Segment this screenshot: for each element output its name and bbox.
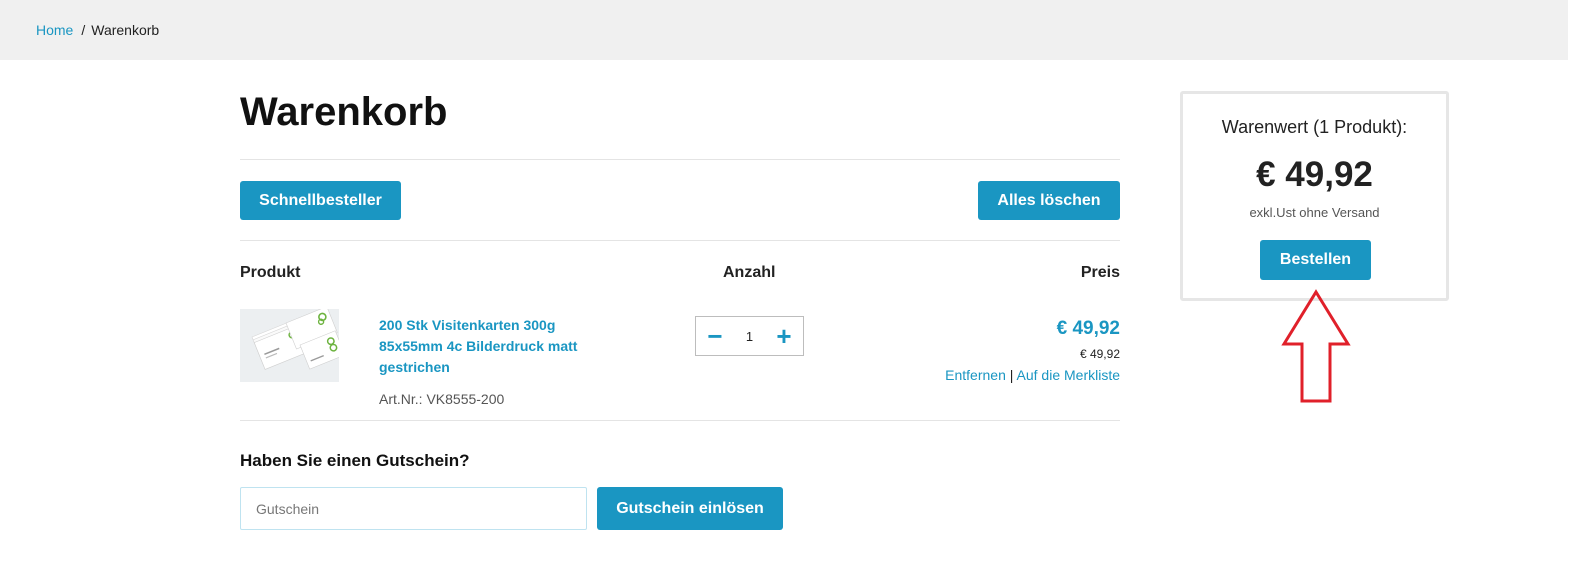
- summary-tax-note: exkl.Ust ohne Versand: [1249, 205, 1380, 220]
- order-button[interactable]: Bestellen: [1260, 240, 1371, 280]
- item-actions: Entfernen | Auf die Merkliste: [945, 367, 1120, 383]
- product-sku: Art.Nr.: VK8555-200: [379, 391, 505, 407]
- item-price: € 49,92: [1056, 318, 1120, 339]
- coupon-input[interactable]: [240, 487, 587, 530]
- breadcrumb-current: Warenkorb: [91, 22, 160, 38]
- business-cards-image[interactable]: [240, 309, 339, 382]
- summary-total: € 49,92: [1256, 155, 1373, 194]
- clear-cart-button[interactable]: Alles löschen: [978, 181, 1120, 220]
- breadcrumb-bar: Home / Warenkorb: [0, 0, 1568, 60]
- breadcrumb-home-link[interactable]: Home: [36, 22, 73, 38]
- actions-separator: |: [1009, 367, 1014, 383]
- quantity-stepper: − 1 +: [695, 316, 804, 356]
- divider-title: [240, 159, 1120, 160]
- add-to-wishlist-link[interactable]: Auf die Merkliste: [1017, 367, 1120, 383]
- quantity-value[interactable]: 1: [746, 329, 753, 344]
- divider-toolbar: [240, 240, 1120, 241]
- breadcrumb-separator: /: [81, 22, 86, 38]
- coupon-heading: Haben Sie einen Gutschein?: [240, 451, 470, 470]
- column-header-product: Produkt: [240, 264, 301, 281]
- divider-item: [240, 420, 1120, 421]
- column-header-price: Preis: [1080, 264, 1120, 281]
- page-title: Warenkorb: [240, 90, 448, 134]
- breadcrumb: Home / Warenkorb: [36, 22, 159, 38]
- column-header-quantity: Anzahl: [723, 264, 776, 281]
- summary-label: Warenwert (1 Produkt):: [1221, 117, 1408, 137]
- item-unit-price: € 49,92: [1079, 347, 1120, 361]
- plus-icon[interactable]: +: [774, 323, 794, 349]
- product-name-link[interactable]: 200 Stk Visitenkarten 300g 85x55mm 4c Bi…: [379, 315, 599, 378]
- cart-summary: Warenwert (1 Produkt): € 49,92 exkl.Ust …: [1180, 91, 1449, 301]
- redeem-coupon-button[interactable]: Gutschein einlösen: [597, 487, 783, 530]
- remove-item-link[interactable]: Entfernen: [945, 367, 1006, 383]
- annotation-arrow-icon: [1281, 289, 1351, 403]
- quick-order-button[interactable]: Schnellbesteller: [240, 181, 401, 220]
- minus-icon[interactable]: −: [705, 323, 725, 349]
